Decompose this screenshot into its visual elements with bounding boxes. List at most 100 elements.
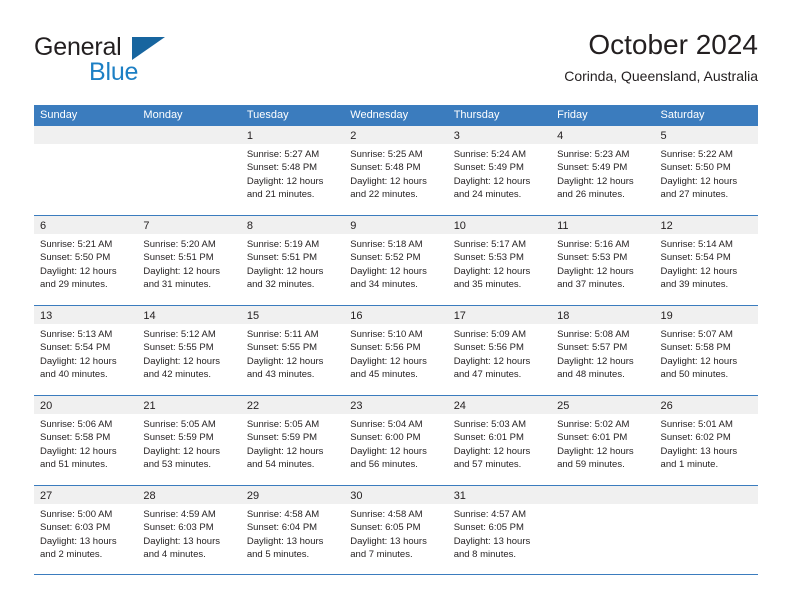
day-cell[interactable]: 14 Sunrise: 5:12 AM Sunset: 5:55 PM Dayl… bbox=[137, 306, 241, 395]
daylight-text-line1: Daylight: 12 hours bbox=[40, 445, 117, 457]
sunset-text: Sunset: 5:51 PM bbox=[246, 252, 318, 264]
day-number-band: 4 bbox=[551, 126, 655, 144]
daylight-text-line1: Daylight: 12 hours bbox=[143, 265, 220, 277]
day-cell[interactable]: 30 Sunrise: 4:58 AM Sunset: 6:05 PM Dayl… bbox=[344, 486, 448, 574]
daylight-text-line2: and 7 minutes. bbox=[350, 548, 413, 560]
day-number: 14 bbox=[143, 310, 156, 322]
day-number-band: 6 bbox=[34, 216, 138, 234]
day-number-band: 27 bbox=[34, 486, 138, 504]
day-cell[interactable]: 31 Sunrise: 4:57 AM Sunset: 6:05 PM Dayl… bbox=[447, 486, 552, 574]
daylight-text-line2: and 29 minutes. bbox=[40, 278, 108, 290]
day-cell[interactable]: 11 Sunrise: 5:16 AM Sunset: 5:53 PM Dayl… bbox=[551, 216, 655, 305]
day-info: Sunrise: 5:19 AM Sunset: 5:51 PM Dayligh… bbox=[241, 234, 344, 291]
logo-triangle-icon bbox=[132, 37, 165, 60]
day-cell[interactable]: 23 Sunrise: 5:04 AM Sunset: 6:00 PM Dayl… bbox=[344, 396, 448, 485]
day-number-band: 18 bbox=[551, 306, 655, 324]
day-cell[interactable]: 8 Sunrise: 5:19 AM Sunset: 5:51 PM Dayli… bbox=[240, 216, 345, 305]
day-number: 2 bbox=[350, 130, 357, 142]
sunset-text: Sunset: 6:01 PM bbox=[453, 432, 524, 444]
day-cell[interactable] bbox=[551, 486, 655, 574]
day-cell[interactable]: 20 Sunrise: 5:06 AM Sunset: 5:58 PM Dayl… bbox=[34, 396, 138, 485]
day-cell[interactable]: 24 Sunrise: 5:03 AM Sunset: 6:01 PM Dayl… bbox=[447, 396, 552, 485]
day-cell[interactable]: 7 Sunrise: 5:20 AM Sunset: 5:51 PM Dayli… bbox=[137, 216, 241, 305]
sunrise-text: Sunrise: 5:14 AM bbox=[660, 239, 733, 250]
day-cell[interactable] bbox=[34, 126, 138, 215]
day-number: 6 bbox=[40, 220, 47, 232]
day-cell[interactable] bbox=[654, 486, 758, 574]
day-number: 27 bbox=[40, 490, 53, 502]
daylight-text-line1: Daylight: 12 hours bbox=[453, 265, 531, 277]
day-info: Sunrise: 4:58 AM Sunset: 6:05 PM Dayligh… bbox=[344, 504, 447, 561]
daylight-text-line2: and 42 minutes. bbox=[143, 368, 212, 380]
day-cell[interactable]: 13 Sunrise: 5:13 AM Sunset: 5:54 PM Dayl… bbox=[34, 306, 138, 395]
day-cell[interactable]: 2 Sunrise: 5:25 AM Sunset: 5:48 PM Dayli… bbox=[344, 126, 448, 215]
day-number-band: 22 bbox=[240, 396, 345, 414]
sunset-text: Sunset: 5:53 PM bbox=[557, 252, 628, 264]
day-cell[interactable]: 4 Sunrise: 5:23 AM Sunset: 5:49 PM Dayli… bbox=[551, 126, 655, 215]
day-number-band: 12 bbox=[654, 216, 758, 234]
day-cell[interactable]: 10 Sunrise: 5:17 AM Sunset: 5:53 PM Dayl… bbox=[447, 216, 552, 305]
sunset-text: Sunset: 5:55 PM bbox=[246, 342, 318, 354]
sunset-text: Sunset: 5:49 PM bbox=[557, 162, 628, 174]
daylight-text-line2: and 27 minutes. bbox=[660, 188, 729, 200]
day-cell[interactable]: 18 Sunrise: 5:08 AM Sunset: 5:57 PM Dayl… bbox=[551, 306, 655, 395]
day-cell[interactable]: 29 Sunrise: 4:58 AM Sunset: 6:04 PM Dayl… bbox=[240, 486, 345, 574]
day-info: Sunrise: 5:11 AM Sunset: 5:55 PM Dayligh… bbox=[241, 324, 344, 381]
daylight-text-line2: and 4 minutes. bbox=[143, 548, 206, 560]
daylight-text-line2: and 57 minutes. bbox=[453, 458, 522, 470]
day-cell[interactable]: 21 Sunrise: 5:05 AM Sunset: 5:59 PM Dayl… bbox=[137, 396, 241, 485]
day-cell[interactable] bbox=[137, 126, 241, 215]
day-cell[interactable]: 27 Sunrise: 5:00 AM Sunset: 6:03 PM Dayl… bbox=[34, 486, 138, 574]
day-number: 5 bbox=[660, 130, 667, 142]
logo-text-blue: Blue bbox=[89, 58, 139, 86]
sunset-text: Sunset: 5:54 PM bbox=[660, 252, 731, 264]
daylight-text-line2: and 59 minutes. bbox=[557, 458, 625, 470]
daylight-text-line2: and 8 minutes. bbox=[453, 548, 517, 560]
day-number bbox=[137, 130, 143, 142]
day-cell[interactable]: 6 Sunrise: 5:21 AM Sunset: 5:50 PM Dayli… bbox=[34, 216, 138, 305]
day-cell[interactable]: 19 Sunrise: 5:07 AM Sunset: 5:58 PM Dayl… bbox=[654, 306, 758, 395]
day-cell[interactable]: 25 Sunrise: 5:02 AM Sunset: 6:01 PM Dayl… bbox=[551, 396, 655, 485]
sunrise-text: Sunrise: 5:16 AM bbox=[557, 239, 630, 250]
daylight-text-line1: Daylight: 12 hours bbox=[350, 175, 427, 187]
day-number-band: 7 bbox=[137, 216, 241, 234]
sunset-text: Sunset: 5:51 PM bbox=[143, 252, 214, 264]
day-info: Sunrise: 5:09 AM Sunset: 5:56 PM Dayligh… bbox=[448, 324, 551, 381]
day-cell[interactable]: 15 Sunrise: 5:11 AM Sunset: 5:55 PM Dayl… bbox=[240, 306, 345, 395]
day-cell[interactable]: 5 Sunrise: 5:22 AM Sunset: 5:50 PM Dayli… bbox=[654, 126, 758, 215]
sunrise-text: Sunrise: 4:58 AM bbox=[350, 509, 423, 520]
day-cell[interactable]: 22 Sunrise: 5:05 AM Sunset: 5:59 PM Dayl… bbox=[240, 396, 345, 485]
day-number-band: 3 bbox=[447, 126, 552, 144]
sunset-text: Sunset: 5:53 PM bbox=[453, 252, 524, 264]
day-info bbox=[551, 504, 654, 508]
day-number: 10 bbox=[453, 220, 466, 232]
day-cell[interactable]: 3 Sunrise: 5:24 AM Sunset: 5:49 PM Dayli… bbox=[447, 126, 552, 215]
day-number-band: 10 bbox=[447, 216, 552, 234]
sunset-text: Sunset: 5:56 PM bbox=[453, 342, 524, 354]
day-info: Sunrise: 4:59 AM Sunset: 6:03 PM Dayligh… bbox=[137, 504, 240, 561]
daylight-text-line2: and 50 minutes. bbox=[660, 368, 729, 380]
day-info: Sunrise: 5:17 AM Sunset: 5:53 PM Dayligh… bbox=[448, 234, 551, 291]
day-number-band: 9 bbox=[344, 216, 448, 234]
day-number: 22 bbox=[246, 400, 260, 412]
day-cell[interactable]: 12 Sunrise: 5:14 AM Sunset: 5:54 PM Dayl… bbox=[654, 216, 758, 305]
sunrise-text: Sunrise: 4:57 AM bbox=[453, 509, 527, 520]
day-cell[interactable]: 26 Sunrise: 5:01 AM Sunset: 6:02 PM Dayl… bbox=[654, 396, 758, 485]
day-info: Sunrise: 5:05 AM Sunset: 5:59 PM Dayligh… bbox=[241, 414, 344, 471]
day-number-band: 29 bbox=[240, 486, 345, 504]
day-cell[interactable]: 9 Sunrise: 5:18 AM Sunset: 5:52 PM Dayli… bbox=[344, 216, 448, 305]
sunrise-text: Sunrise: 5:19 AM bbox=[246, 239, 320, 250]
day-number-band: 2 bbox=[344, 126, 448, 144]
calendar-page: General Blue October 2024 Corinda, Queen… bbox=[0, 0, 792, 612]
title-block: October 2024 Corinda, Queensland, Austra… bbox=[564, 28, 758, 86]
day-info: Sunrise: 5:02 AM Sunset: 6:01 PM Dayligh… bbox=[551, 414, 654, 471]
daylight-text-line1: Daylight: 12 hours bbox=[246, 355, 324, 367]
day-cell[interactable]: 28 Sunrise: 4:59 AM Sunset: 6:03 PM Dayl… bbox=[137, 486, 241, 574]
day-number-band: 14 bbox=[137, 306, 241, 324]
day-number: 3 bbox=[453, 130, 460, 142]
sunrise-text: Sunrise: 5:02 AM bbox=[557, 419, 630, 430]
day-cell[interactable]: 1 Sunrise: 5:27 AM Sunset: 5:48 PM Dayli… bbox=[240, 126, 345, 215]
daylight-text-line1: Daylight: 12 hours bbox=[660, 265, 738, 277]
day-cell[interactable]: 16 Sunrise: 5:10 AM Sunset: 5:56 PM Dayl… bbox=[344, 306, 448, 395]
day-cell[interactable]: 17 Sunrise: 5:09 AM Sunset: 5:56 PM Dayl… bbox=[447, 306, 552, 395]
